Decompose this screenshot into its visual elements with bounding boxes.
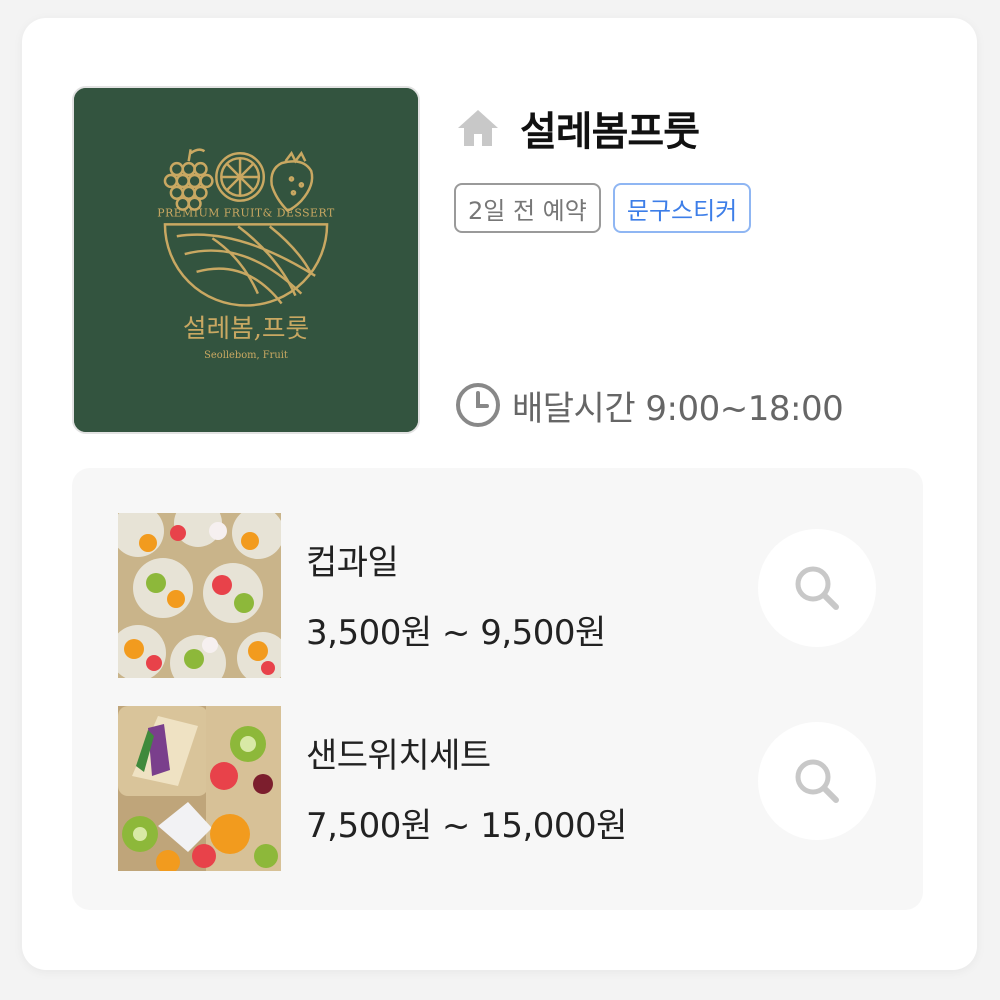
tag-message-sticker: 문구스티커 (612, 183, 752, 233)
menu-item-name: 컵과일 (306, 543, 399, 583)
store-logo: PREMIUM FRUIT& DESSERT 설레봄,프룻 Seollebom,… (72, 86, 420, 434)
menu-item-price: 3,500원 ~ 9,500원 (306, 613, 606, 653)
cup-fruit-photo (118, 513, 281, 678)
delivery-time: 배달시간 9:00~18:00 (454, 380, 844, 430)
logo-tagline: PREMIUM FRUIT& DESSERT (157, 207, 335, 220)
clock-icon (456, 383, 500, 427)
home-icon (458, 110, 498, 146)
search-button[interactable] (758, 722, 876, 840)
store-logo-art: PREMIUM FRUIT& DESSERT 설레봄,프룻 Seollebom,… (74, 88, 418, 432)
menu-list: 컵과일 3,500원 ~ 9,500원 샌드위치세트 7,500원 ~ 15,0… (72, 468, 923, 910)
search-icon (795, 566, 839, 610)
store-header: 설레봄프룻 (454, 100, 700, 156)
store-tags: 2일 전 예약 문구스티커 (454, 183, 752, 233)
sandwich-set-photo (118, 706, 281, 871)
menu-item-cup-fruit[interactable]: 컵과일 3,500원 ~ 9,500원 (118, 513, 898, 678)
menu-item-price: 7,500원 ~ 15,000원 (306, 806, 627, 846)
logo-name-ko: 설레봄,프룻 (183, 314, 309, 344)
search-button[interactable] (758, 529, 876, 647)
logo-name-en: Seollebom, Fruit (204, 350, 288, 361)
tag-advance-reservation: 2일 전 예약 (454, 183, 601, 233)
menu-item-name: 샌드위치세트 (306, 736, 491, 776)
store-name: 설레봄프룻 (520, 109, 700, 155)
delivery-time-label: 배달시간 9:00~18:00 (512, 388, 844, 429)
search-icon (795, 759, 839, 803)
menu-item-sandwich-set[interactable]: 샌드위치세트 7,500원 ~ 15,000원 (118, 706, 898, 871)
